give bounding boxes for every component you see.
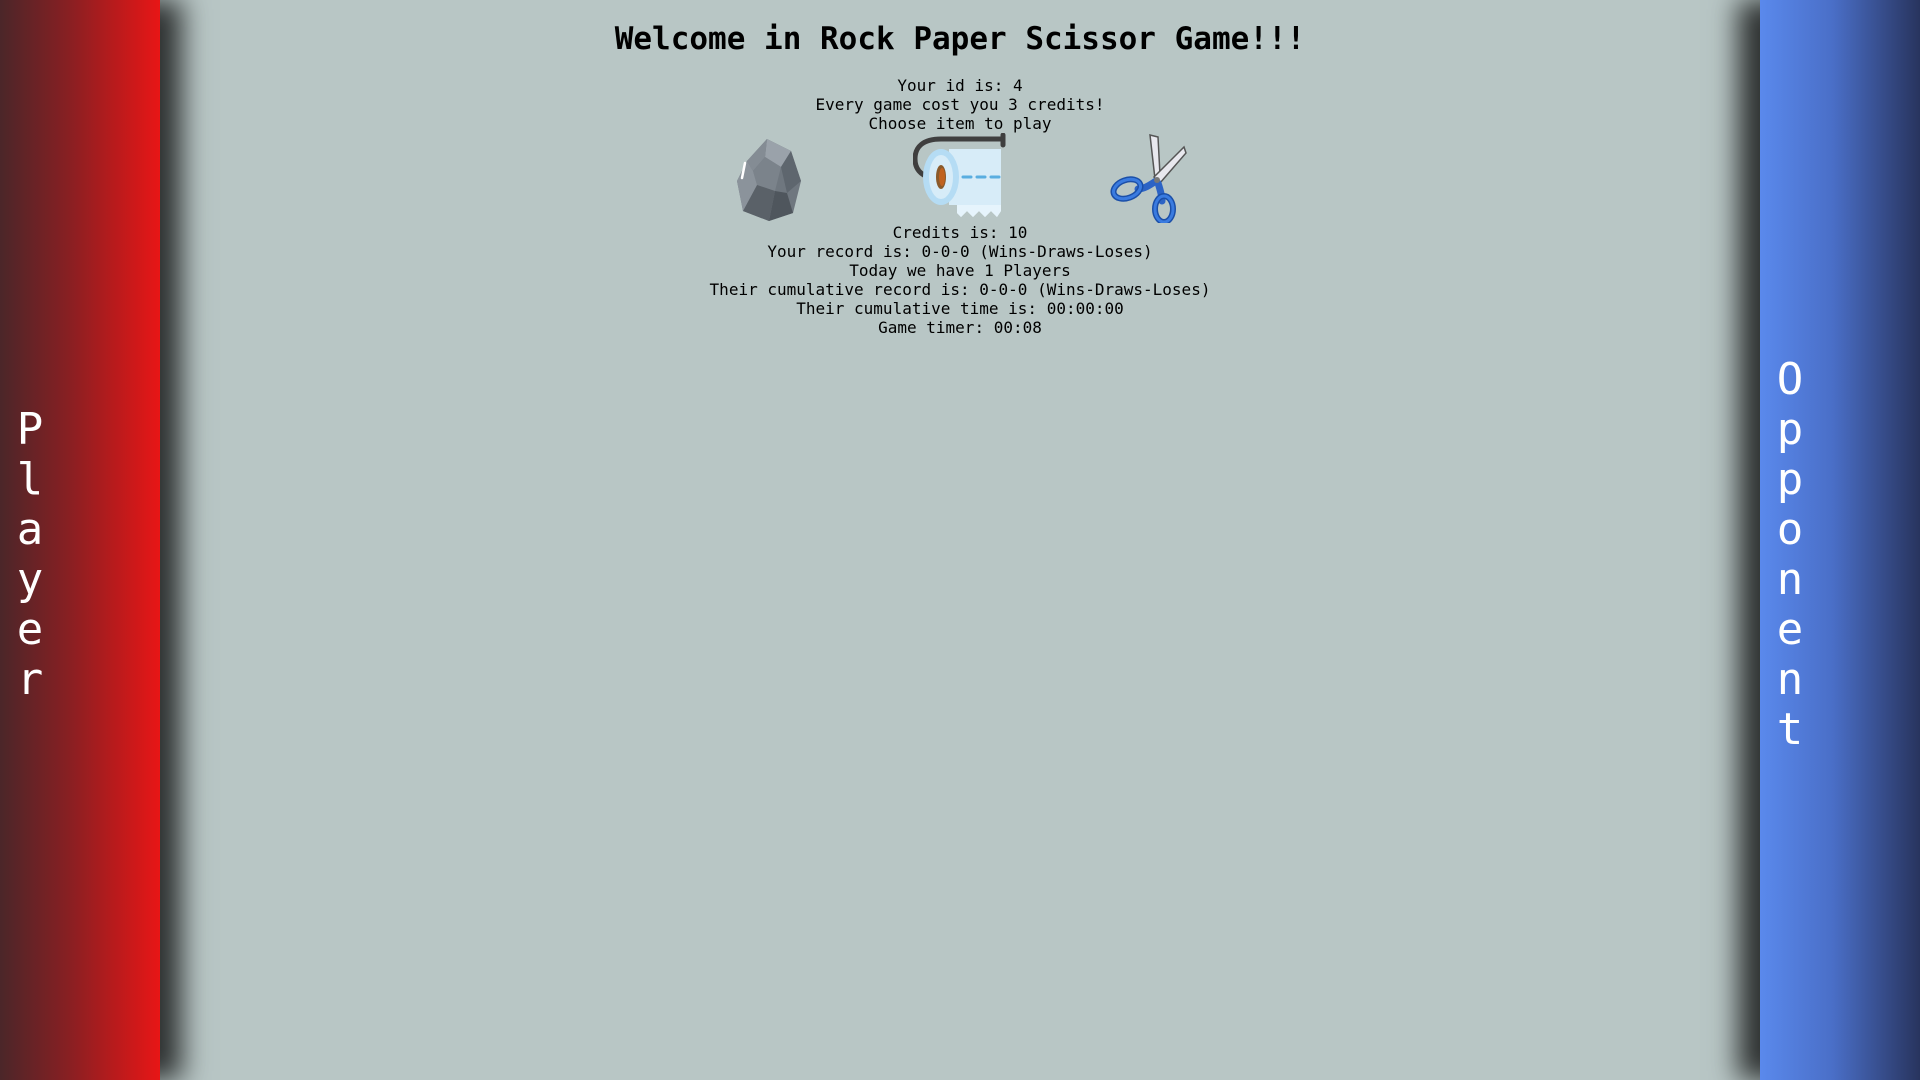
scissors-choice-button[interactable] — [1103, 133, 1198, 223]
record-text: Your record is: 0-0-0 (Wins-Draws-Loses) — [767, 242, 1153, 261]
paper-choice-button[interactable] — [912, 133, 1008, 223]
page-title: Welcome in Rock Paper Scissor Game!!! — [614, 21, 1306, 57]
opponent-panel: Opponent — [1760, 0, 1920, 1080]
choose-text: Choose item to play — [868, 114, 1052, 133]
players-text: Today we have 1 Players — [849, 261, 1071, 280]
user-id-text: Your id is: 4 — [897, 76, 1023, 95]
opponent-label: Opponent — [1776, 354, 1804, 755]
game-timer-text: Game timer: 00:08 — [878, 318, 1042, 337]
rock-icon — [737, 139, 801, 221]
cumulative-time-text: Their cumulative time is: 00:00:00 — [796, 299, 1124, 318]
info-block: Your id is: 4 Every game cost you 3 cred… — [160, 76, 1760, 133]
toilet-paper-icon — [912, 133, 1005, 217]
stats-block: Credits is: 10 Your record is: 0-0-0 (Wi… — [160, 223, 1760, 337]
player-panel: Player — [0, 0, 160, 1080]
choice-row — [160, 133, 1760, 223]
game-area: Welcome in Rock Paper Scissor Game!!! Yo… — [160, 0, 1760, 1080]
credits-text: Credits is: 10 — [892, 223, 1028, 242]
cost-text: Every game cost you 3 credits! — [815, 95, 1105, 114]
player-label: Player — [16, 404, 44, 705]
cumulative-record-text: Their cumulative record is: 0-0-0 (Wins-… — [709, 280, 1211, 299]
rock-choice-button[interactable] — [723, 133, 818, 223]
scissors-icon — [1110, 134, 1187, 223]
